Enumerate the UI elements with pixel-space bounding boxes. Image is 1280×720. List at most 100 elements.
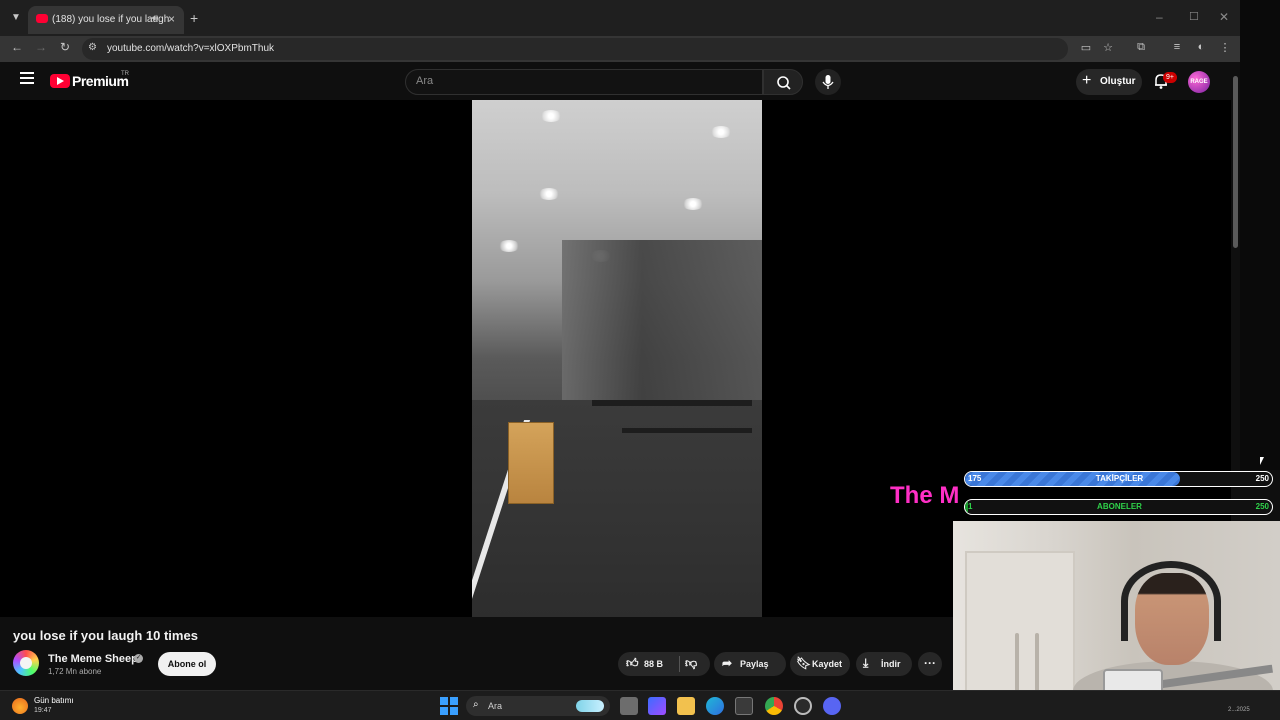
discord-icon[interactable] — [823, 697, 841, 715]
start-tile — [450, 697, 458, 705]
share-label: Paylaş — [740, 659, 769, 669]
windows-taskbar: Gün batımı 19:47 ⌕ Ara 2...2025 — [0, 690, 1280, 720]
weather-sunset-icon[interactable] — [12, 698, 28, 714]
more-actions-button[interactable]: ··· — [918, 652, 942, 676]
youtube-header: Premium TR + Oluştur 9+ — [0, 62, 1240, 100]
taskbar-search[interactable]: ⌕ Ara — [466, 696, 610, 716]
weather-label[interactable]: Gün batımı — [34, 696, 74, 705]
weather-time[interactable]: 19:47 — [34, 707, 52, 714]
like-count[interactable]: 88 B — [644, 659, 663, 669]
cast-icon[interactable]: ▭ — [1079, 41, 1093, 54]
headset — [1121, 561, 1221, 641]
url-text[interactable]: youtube.com/watch?v=xlOXPbmThuk — [107, 43, 274, 54]
address-bar[interactable]: ⚙︎ youtube.com/watch?v=xlOXPbmThuk — [82, 38, 1068, 60]
start-tile — [440, 707, 448, 715]
followers-goal-target: 250 — [1255, 474, 1269, 483]
gym-wall — [562, 240, 762, 420]
file-explorer-icon[interactable] — [677, 697, 695, 715]
search-icon: ⌕ — [473, 699, 479, 710]
plus-icon: + — [1082, 72, 1092, 89]
download-button[interactable]: ⤓ İndir — [856, 652, 912, 676]
menu-icon[interactable]: ⋮ — [1218, 41, 1232, 54]
subscribers-goal-current: 1 — [968, 502, 973, 511]
start-tile — [450, 707, 458, 715]
tab-close-icon[interactable]: × — [168, 12, 175, 26]
divider — [679, 656, 680, 672]
like-icon[interactable]: 👍︎ — [626, 656, 639, 670]
video-title: you lose if you laugh 10 times — [13, 628, 198, 643]
taskbar-search-label: Ara — [488, 701, 503, 711]
start-button[interactable] — [440, 697, 458, 715]
search-icon — [777, 76, 791, 90]
window-maximize-button[interactable]: ☐ — [1189, 10, 1199, 23]
new-tab-button[interactable]: + — [190, 10, 198, 26]
subscribers-goal-target: 250 — [1255, 502, 1269, 511]
bookmark-star-icon[interactable]: ☆ — [1101, 41, 1115, 54]
task-view-icon[interactable] — [620, 697, 638, 715]
channel-avatar[interactable] — [13, 650, 39, 676]
media-icon[interactable]: ≡ — [1170, 41, 1184, 53]
tab-search-chevron-icon[interactable]: ▼ — [8, 10, 24, 26]
back-icon[interactable]: ← — [9, 40, 25, 54]
browser-tab-bar: ▼ (188) you lose if you laugh 🔊︎ × + – ☐… — [0, 0, 1240, 36]
share-button[interactable]: ➦ Paylaş — [714, 652, 786, 676]
site-info-icon[interactable]: ⚙︎ — [88, 42, 97, 53]
ceiling-light — [710, 126, 732, 138]
door-handle — [1015, 633, 1019, 693]
subscribers-goal-bar: ABONELER 1 250 — [964, 499, 1273, 515]
plyo-box — [508, 422, 554, 504]
channel-name[interactable]: The Meme Sheep — [48, 653, 138, 665]
video-frame[interactable] — [472, 100, 762, 617]
ceiling-light — [498, 240, 520, 252]
webcam-background-door — [965, 551, 1075, 711]
save-label: Kaydet — [812, 659, 843, 669]
notifications-badge: 9+ — [1163, 72, 1177, 83]
edge-browser-icon[interactable] — [706, 697, 724, 715]
like-dislike-group: 👍︎ 88 B 👎︎ — [618, 652, 710, 676]
voice-search-button[interactable] — [815, 69, 841, 95]
account-avatar[interactable]: RAGE — [1188, 71, 1210, 93]
reload-icon[interactable]: ↻ — [57, 40, 73, 54]
ceiling-light — [682, 198, 704, 210]
extensions-icon[interactable]: ⧉ — [1134, 41, 1148, 54]
youtube-logo-text[interactable]: Premium — [72, 73, 129, 89]
save-button[interactable]: 🔖︎ Kaydet — [790, 652, 850, 676]
webcam-feed — [953, 521, 1280, 711]
region-code: TR — [121, 71, 129, 77]
microsoft-store-icon[interactable] — [735, 697, 753, 715]
dislike-icon[interactable]: 👎︎ — [685, 656, 697, 670]
store-app-icon[interactable] — [648, 697, 666, 715]
bookmark-icon: 🔖︎ — [796, 656, 812, 670]
browser-tab[interactable]: (188) you lose if you laugh 🔊︎ × — [28, 6, 184, 34]
download-label: İndir — [881, 659, 901, 669]
window-close-button[interactable]: ✕ — [1219, 10, 1229, 24]
subscribe-button[interactable]: Abone ol — [158, 652, 216, 676]
start-tile — [440, 697, 448, 705]
youtube-favicon-icon — [36, 14, 48, 23]
microphone-icon — [822, 75, 834, 89]
create-label: Oluştur — [1100, 76, 1136, 87]
download-icon: ⤓ — [863, 656, 869, 670]
window-minimize-button[interactable]: – — [1156, 10, 1163, 24]
share-icon: ➦ — [722, 656, 733, 670]
door-handle — [1035, 633, 1039, 693]
gym-equipment — [592, 400, 752, 406]
youtube-logo-icon[interactable] — [50, 74, 70, 88]
followers-goal-title: TAKİPÇİLER — [1095, 474, 1144, 483]
obs-studio-icon[interactable] — [794, 697, 812, 715]
subscribers-goal-title: ABONELER — [1097, 502, 1142, 511]
chrome-browser-icon[interactable] — [765, 697, 783, 715]
scrollbar-thumb[interactable] — [1233, 76, 1238, 248]
speaker-icon[interactable]: 🔊︎ — [152, 13, 158, 24]
profile-icon[interactable]: ◐ — [1194, 41, 1208, 53]
forward-icon[interactable]: → — [33, 40, 49, 54]
search-button[interactable] — [763, 69, 803, 95]
stream-watermark: The M — [890, 482, 960, 509]
ceiling-light — [538, 188, 560, 200]
create-button[interactable]: + Oluştur — [1076, 69, 1142, 95]
hamburger-menu-icon[interactable] — [20, 72, 34, 84]
mouse-cursor-icon — [1260, 457, 1268, 465]
gym-equipment — [622, 428, 752, 433]
search-input[interactable] — [416, 75, 746, 87]
subscriber-count: 1,72 Mn abone — [48, 667, 102, 676]
